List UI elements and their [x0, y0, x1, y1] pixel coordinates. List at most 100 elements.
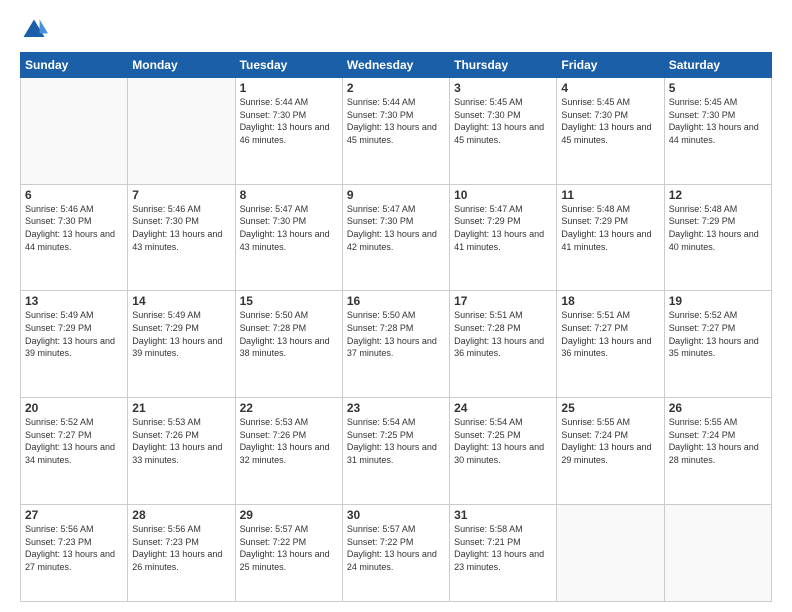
calendar-cell: 13Sunrise: 5:49 AM Sunset: 7:29 PM Dayli…	[21, 291, 128, 398]
calendar-cell: 10Sunrise: 5:47 AM Sunset: 7:29 PM Dayli…	[450, 184, 557, 291]
day-info: Sunrise: 5:50 AM Sunset: 7:28 PM Dayligh…	[240, 309, 338, 359]
day-number: 13	[25, 294, 123, 308]
calendar-cell: 29Sunrise: 5:57 AM Sunset: 7:22 PM Dayli…	[235, 504, 342, 601]
day-info: Sunrise: 5:48 AM Sunset: 7:29 PM Dayligh…	[561, 203, 659, 253]
day-number: 20	[25, 401, 123, 415]
day-info: Sunrise: 5:47 AM Sunset: 7:30 PM Dayligh…	[347, 203, 445, 253]
day-number: 22	[240, 401, 338, 415]
calendar-cell: 2Sunrise: 5:44 AM Sunset: 7:30 PM Daylig…	[342, 78, 449, 185]
calendar-cell: 7Sunrise: 5:46 AM Sunset: 7:30 PM Daylig…	[128, 184, 235, 291]
calendar-cell: 20Sunrise: 5:52 AM Sunset: 7:27 PM Dayli…	[21, 398, 128, 505]
day-number: 3	[454, 81, 552, 95]
day-number: 8	[240, 188, 338, 202]
calendar-cell: 19Sunrise: 5:52 AM Sunset: 7:27 PM Dayli…	[664, 291, 771, 398]
day-info: Sunrise: 5:46 AM Sunset: 7:30 PM Dayligh…	[132, 203, 230, 253]
day-info: Sunrise: 5:51 AM Sunset: 7:27 PM Dayligh…	[561, 309, 659, 359]
day-info: Sunrise: 5:50 AM Sunset: 7:28 PM Dayligh…	[347, 309, 445, 359]
day-number: 5	[669, 81, 767, 95]
day-info: Sunrise: 5:49 AM Sunset: 7:29 PM Dayligh…	[132, 309, 230, 359]
calendar-cell: 31Sunrise: 5:58 AM Sunset: 7:21 PM Dayli…	[450, 504, 557, 601]
day-info: Sunrise: 5:49 AM Sunset: 7:29 PM Dayligh…	[25, 309, 123, 359]
day-info: Sunrise: 5:44 AM Sunset: 7:30 PM Dayligh…	[347, 96, 445, 146]
day-info: Sunrise: 5:56 AM Sunset: 7:23 PM Dayligh…	[132, 523, 230, 573]
calendar-week-row: 27Sunrise: 5:56 AM Sunset: 7:23 PM Dayli…	[21, 504, 772, 601]
calendar-cell: 17Sunrise: 5:51 AM Sunset: 7:28 PM Dayli…	[450, 291, 557, 398]
day-number: 9	[347, 188, 445, 202]
col-header-friday: Friday	[557, 53, 664, 78]
col-header-thursday: Thursday	[450, 53, 557, 78]
day-info: Sunrise: 5:46 AM Sunset: 7:30 PM Dayligh…	[25, 203, 123, 253]
day-number: 21	[132, 401, 230, 415]
day-number: 4	[561, 81, 659, 95]
day-number: 19	[669, 294, 767, 308]
day-number: 2	[347, 81, 445, 95]
calendar-cell	[664, 504, 771, 601]
col-header-wednesday: Wednesday	[342, 53, 449, 78]
col-header-monday: Monday	[128, 53, 235, 78]
calendar-cell: 16Sunrise: 5:50 AM Sunset: 7:28 PM Dayli…	[342, 291, 449, 398]
calendar-cell: 21Sunrise: 5:53 AM Sunset: 7:26 PM Dayli…	[128, 398, 235, 505]
page-header	[20, 16, 772, 44]
day-info: Sunrise: 5:55 AM Sunset: 7:24 PM Dayligh…	[561, 416, 659, 466]
day-info: Sunrise: 5:48 AM Sunset: 7:29 PM Dayligh…	[669, 203, 767, 253]
day-number: 7	[132, 188, 230, 202]
calendar-cell: 8Sunrise: 5:47 AM Sunset: 7:30 PM Daylig…	[235, 184, 342, 291]
day-info: Sunrise: 5:54 AM Sunset: 7:25 PM Dayligh…	[347, 416, 445, 466]
calendar-cell: 5Sunrise: 5:45 AM Sunset: 7:30 PM Daylig…	[664, 78, 771, 185]
day-info: Sunrise: 5:44 AM Sunset: 7:30 PM Dayligh…	[240, 96, 338, 146]
day-info: Sunrise: 5:53 AM Sunset: 7:26 PM Dayligh…	[132, 416, 230, 466]
day-number: 1	[240, 81, 338, 95]
day-number: 30	[347, 508, 445, 522]
calendar-week-row: 1Sunrise: 5:44 AM Sunset: 7:30 PM Daylig…	[21, 78, 772, 185]
day-number: 29	[240, 508, 338, 522]
calendar-week-row: 6Sunrise: 5:46 AM Sunset: 7:30 PM Daylig…	[21, 184, 772, 291]
calendar-cell: 15Sunrise: 5:50 AM Sunset: 7:28 PM Dayli…	[235, 291, 342, 398]
day-number: 14	[132, 294, 230, 308]
day-info: Sunrise: 5:45 AM Sunset: 7:30 PM Dayligh…	[454, 96, 552, 146]
day-number: 28	[132, 508, 230, 522]
day-info: Sunrise: 5:52 AM Sunset: 7:27 PM Dayligh…	[669, 309, 767, 359]
calendar-cell: 4Sunrise: 5:45 AM Sunset: 7:30 PM Daylig…	[557, 78, 664, 185]
day-info: Sunrise: 5:47 AM Sunset: 7:30 PM Dayligh…	[240, 203, 338, 253]
day-info: Sunrise: 5:52 AM Sunset: 7:27 PM Dayligh…	[25, 416, 123, 466]
day-info: Sunrise: 5:45 AM Sunset: 7:30 PM Dayligh…	[669, 96, 767, 146]
day-number: 16	[347, 294, 445, 308]
calendar-cell: 27Sunrise: 5:56 AM Sunset: 7:23 PM Dayli…	[21, 504, 128, 601]
day-number: 24	[454, 401, 552, 415]
day-number: 6	[25, 188, 123, 202]
calendar-cell: 6Sunrise: 5:46 AM Sunset: 7:30 PM Daylig…	[21, 184, 128, 291]
day-info: Sunrise: 5:51 AM Sunset: 7:28 PM Dayligh…	[454, 309, 552, 359]
day-number: 18	[561, 294, 659, 308]
calendar-table: SundayMondayTuesdayWednesdayThursdayFrid…	[20, 52, 772, 602]
calendar-week-row: 20Sunrise: 5:52 AM Sunset: 7:27 PM Dayli…	[21, 398, 772, 505]
calendar-header-row: SundayMondayTuesdayWednesdayThursdayFrid…	[21, 53, 772, 78]
day-number: 15	[240, 294, 338, 308]
day-number: 17	[454, 294, 552, 308]
calendar-cell	[21, 78, 128, 185]
calendar-week-row: 13Sunrise: 5:49 AM Sunset: 7:29 PM Dayli…	[21, 291, 772, 398]
col-header-tuesday: Tuesday	[235, 53, 342, 78]
day-number: 25	[561, 401, 659, 415]
logo	[20, 16, 52, 44]
day-number: 11	[561, 188, 659, 202]
calendar-cell: 28Sunrise: 5:56 AM Sunset: 7:23 PM Dayli…	[128, 504, 235, 601]
calendar-cell	[128, 78, 235, 185]
day-info: Sunrise: 5:47 AM Sunset: 7:29 PM Dayligh…	[454, 203, 552, 253]
calendar-cell: 1Sunrise: 5:44 AM Sunset: 7:30 PM Daylig…	[235, 78, 342, 185]
day-number: 12	[669, 188, 767, 202]
calendar-cell: 3Sunrise: 5:45 AM Sunset: 7:30 PM Daylig…	[450, 78, 557, 185]
day-number: 10	[454, 188, 552, 202]
day-info: Sunrise: 5:57 AM Sunset: 7:22 PM Dayligh…	[347, 523, 445, 573]
day-number: 31	[454, 508, 552, 522]
calendar-cell: 11Sunrise: 5:48 AM Sunset: 7:29 PM Dayli…	[557, 184, 664, 291]
calendar-cell: 26Sunrise: 5:55 AM Sunset: 7:24 PM Dayli…	[664, 398, 771, 505]
calendar-cell: 14Sunrise: 5:49 AM Sunset: 7:29 PM Dayli…	[128, 291, 235, 398]
day-info: Sunrise: 5:55 AM Sunset: 7:24 PM Dayligh…	[669, 416, 767, 466]
day-info: Sunrise: 5:58 AM Sunset: 7:21 PM Dayligh…	[454, 523, 552, 573]
calendar-cell: 23Sunrise: 5:54 AM Sunset: 7:25 PM Dayli…	[342, 398, 449, 505]
calendar-cell: 24Sunrise: 5:54 AM Sunset: 7:25 PM Dayli…	[450, 398, 557, 505]
day-info: Sunrise: 5:57 AM Sunset: 7:22 PM Dayligh…	[240, 523, 338, 573]
calendar-cell: 12Sunrise: 5:48 AM Sunset: 7:29 PM Dayli…	[664, 184, 771, 291]
day-info: Sunrise: 5:45 AM Sunset: 7:30 PM Dayligh…	[561, 96, 659, 146]
calendar-cell: 25Sunrise: 5:55 AM Sunset: 7:24 PM Dayli…	[557, 398, 664, 505]
